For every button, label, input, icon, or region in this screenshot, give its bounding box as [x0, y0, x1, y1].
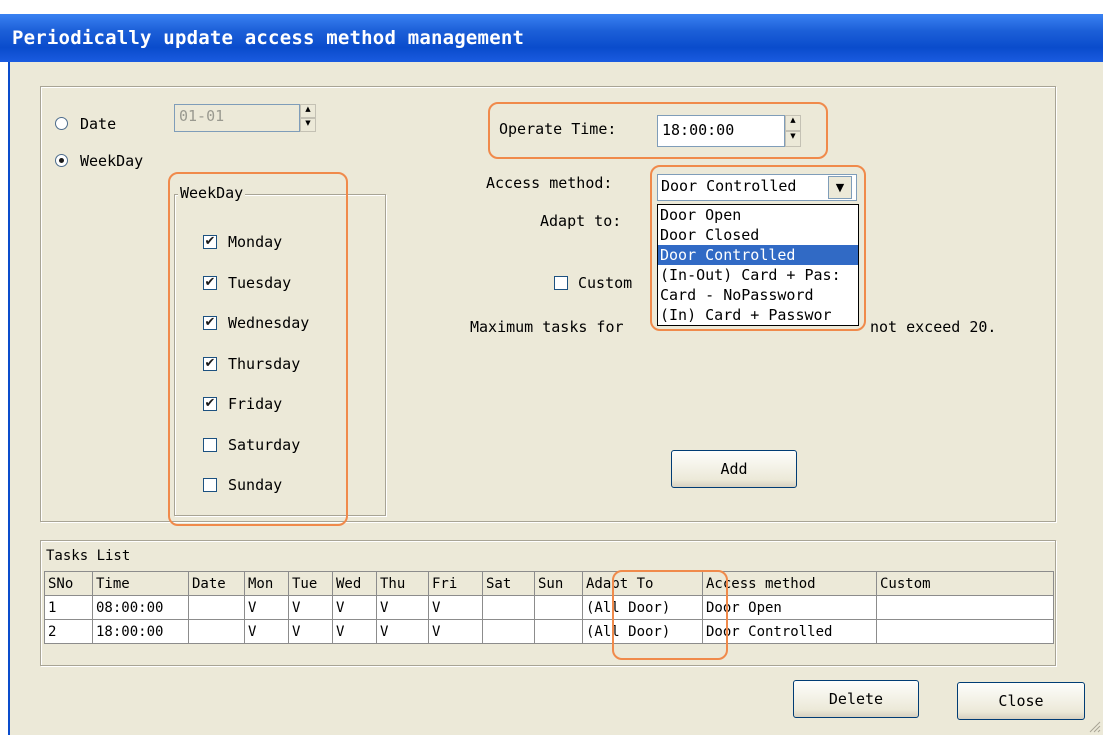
- date-value: 01-01: [179, 107, 225, 125]
- spin-up-icon: ▲: [300, 104, 316, 118]
- date-spinner: ▲ ▼: [300, 104, 316, 132]
- tasks-header-row: SNo Time Date Mon Tue Wed Thu Fri Sat Sun Adapt To…: [44, 571, 1054, 596]
- table-cell: [482, 595, 535, 620]
- column-header[interactable]: Access method: [702, 571, 877, 596]
- date-radio-label: Date: [80, 115, 117, 133]
- table-row[interactable]: 1 08:00:00 V V V V V (All Door) Door Open: [44, 595, 1054, 620]
- table-cell: 08:00:00: [92, 595, 189, 620]
- access-method-highlight: [650, 165, 866, 331]
- table-cell: [482, 619, 535, 644]
- close-button[interactable]: Close: [957, 682, 1085, 720]
- table-cell: V: [332, 595, 377, 620]
- column-header[interactable]: Date: [188, 571, 245, 596]
- weekday-highlight: [168, 172, 348, 526]
- note-text-tail: not exceed 20.: [870, 318, 997, 336]
- table-cell: Door Controlled: [702, 619, 877, 644]
- table-cell: [876, 595, 1054, 620]
- column-header[interactable]: Sat: [482, 571, 535, 596]
- table-cell: [188, 595, 245, 620]
- adapt-to-highlight: [612, 570, 728, 660]
- table-cell: V: [288, 619, 333, 644]
- window-title: Periodically update access method manage…: [12, 27, 525, 49]
- table-cell: V: [376, 595, 429, 620]
- table-cell: 2: [44, 619, 93, 644]
- note-text: Maximum tasks for: [470, 318, 624, 336]
- table-cell: V: [428, 595, 483, 620]
- table-cell: V: [244, 619, 289, 644]
- table-cell: [876, 619, 1054, 644]
- table-cell: V: [288, 595, 333, 620]
- adapt-to-label: Adapt to:: [540, 212, 622, 230]
- table-cell: 18:00:00: [92, 619, 189, 644]
- resize-grip-icon[interactable]: [1087, 719, 1101, 733]
- table-row[interactable]: 2 18:00:00 V V V V V (All Door) Door Controlled: [44, 619, 1054, 644]
- column-header[interactable]: Custom: [876, 571, 1054, 596]
- date-radio[interactable]: [55, 117, 68, 130]
- operate-time-highlight: [488, 102, 828, 159]
- column-header[interactable]: Tue: [288, 571, 333, 596]
- table-cell: Door Open: [702, 595, 877, 620]
- custom-checkbox[interactable]: [554, 276, 568, 290]
- table-cell: V: [376, 619, 429, 644]
- table-cell: [534, 619, 583, 644]
- delete-button[interactable]: Delete: [793, 680, 919, 718]
- date-field: 01-01: [174, 104, 300, 132]
- column-header[interactable]: Wed: [332, 571, 377, 596]
- column-header[interactable]: Fri: [428, 571, 483, 596]
- tasks-table[interactable]: SNo Time Date Mon Tue Wed Thu Fri Sat Sun Adapt To…: [44, 571, 1054, 644]
- column-header[interactable]: SNo: [44, 571, 93, 596]
- column-header[interactable]: Sun: [534, 571, 583, 596]
- weekday-radio-label: WeekDay: [80, 152, 144, 170]
- table-cell: [188, 619, 245, 644]
- column-header[interactable]: Time: [92, 571, 189, 596]
- add-button[interactable]: Add: [671, 450, 797, 488]
- table-cell: V: [428, 619, 483, 644]
- tasks-table-wrap: SNo Time Date Mon Tue Wed Thu Fri Sat Sun Adapt To…: [44, 571, 1054, 644]
- weekday-radio[interactable]: [55, 154, 68, 167]
- table-cell: [534, 595, 583, 620]
- table-cell: 1: [44, 595, 93, 620]
- custom-label: Custom: [578, 274, 633, 292]
- access-method-label: Access method:: [486, 174, 613, 192]
- column-header[interactable]: Thu: [376, 571, 429, 596]
- table-cell: V: [332, 619, 377, 644]
- column-header[interactable]: Mon: [244, 571, 289, 596]
- tasks-list-title: Tasks List: [46, 548, 131, 564]
- spin-down-icon: ▼: [300, 118, 316, 132]
- table-cell: V: [244, 595, 289, 620]
